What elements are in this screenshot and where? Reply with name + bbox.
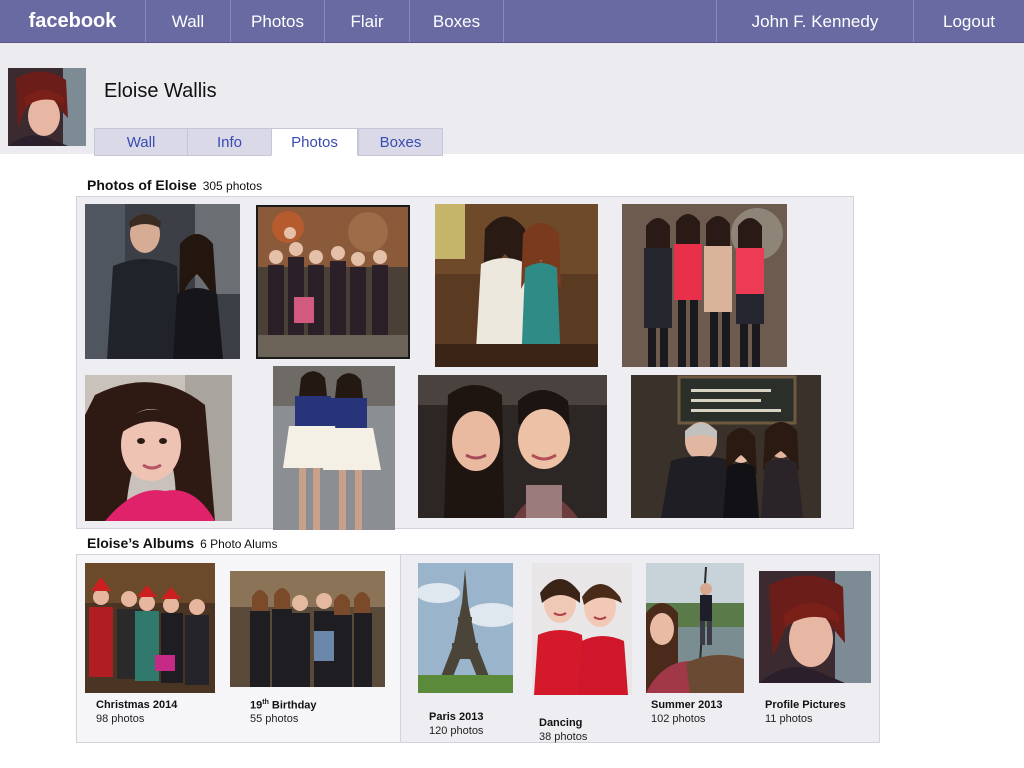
album-cover [230,571,385,687]
photo-thumbnail[interactable] [631,375,821,518]
album-name: Dancing [539,717,583,729]
album-paris-2013[interactable]: Paris 2013 120 photos [418,563,513,737]
album-name: Profile Pictures [765,699,846,711]
album-count: 120 photos [429,725,484,737]
photo-thumbnail[interactable] [622,204,787,367]
photo-thumbnail[interactable] [256,205,410,359]
album-profile-pictures[interactable]: Profile Pictures 11 photos [759,571,871,733]
album-cover-image [646,563,744,693]
album-name: 19th Birthday [250,699,317,712]
albums-section-title: Eloise’s Albums 6 Photo Alums [87,535,278,551]
top-navigation-bar: facebook Wall Photos Flair Boxes John F.… [0,0,1024,43]
profile-name: Eloise Wallis [104,80,217,102]
album-cover-image [85,563,215,693]
album-count: 38 photos [539,731,588,743]
albums-section-heading: Eloise’s Albums [87,535,195,551]
photos-grid [76,196,854,530]
profile-avatar[interactable] [8,68,86,146]
tab-info[interactable]: Info [187,128,272,156]
album-count: 98 photos [96,713,145,725]
album-name-number: 19 [250,699,263,712]
album-cover [418,563,513,693]
photo-thumbnail[interactable] [85,204,240,359]
album-dancing[interactable]: Dancing 38 photos [532,563,632,743]
album-cover [532,563,632,695]
photo-image [273,366,395,530]
photo-image [85,204,240,359]
album-name: Paris 2013 [429,711,484,723]
photo-thumbnail[interactable] [418,375,607,518]
photo-image [258,207,408,357]
photo-image [435,204,598,367]
album-summer-2013[interactable]: Summer 2013 102 photos [646,563,744,733]
tab-boxes[interactable]: Boxes [358,128,443,156]
album-cover [759,571,871,683]
nav-user-name[interactable]: John F. Kennedy [716,0,914,42]
photo-image [85,375,232,521]
photo-thumbnail[interactable] [435,204,598,367]
facebook-logo[interactable]: facebook [0,0,146,42]
photo-image [631,375,821,518]
albums-section-count: 6 Photo Alums [200,537,278,551]
tab-photos[interactable]: Photos [271,128,358,156]
album-count: 55 photos [250,713,299,725]
album-19th-birthday[interactable]: 19th Birthday 55 photos [230,571,385,733]
album-cover [646,563,744,693]
nav-boxes[interactable]: Boxes [410,0,504,42]
album-name-text: Birthday [268,699,317,712]
photos-section-heading: Photos of Eloise [87,177,197,193]
nav-wall[interactable]: Wall [146,0,231,42]
album-christmas-2014[interactable]: Christmas 2014 98 photos [85,563,215,733]
album-name: Christmas 2014 [96,699,178,711]
tab-wall[interactable]: Wall [94,128,188,156]
avatar-image [8,68,86,146]
photos-section-title: Photos of Eloise 305 photos [87,177,262,193]
album-count: 11 photos [765,713,813,725]
nav-flair[interactable]: Flair [325,0,410,42]
album-count: 102 photos [651,713,706,725]
album-cover-image [532,563,632,695]
photo-image [622,204,787,367]
nav-photos[interactable]: Photos [231,0,325,42]
album-cover-image [759,571,871,683]
albums-grid: Christmas 2014 98 photos 19th Birthday 5… [76,554,880,743]
album-cover [85,563,215,693]
album-cover-image [418,563,513,693]
album-name-ordinal: th [262,699,269,706]
photos-section-count: 305 photos [202,179,263,193]
photo-image [418,375,607,518]
album-name: Summer 2013 [651,699,723,711]
photo-thumbnail[interactable] [273,366,395,530]
photo-thumbnail[interactable] [85,375,232,521]
logout-button[interactable]: Logout [914,0,1024,42]
album-cover-image [230,571,385,687]
